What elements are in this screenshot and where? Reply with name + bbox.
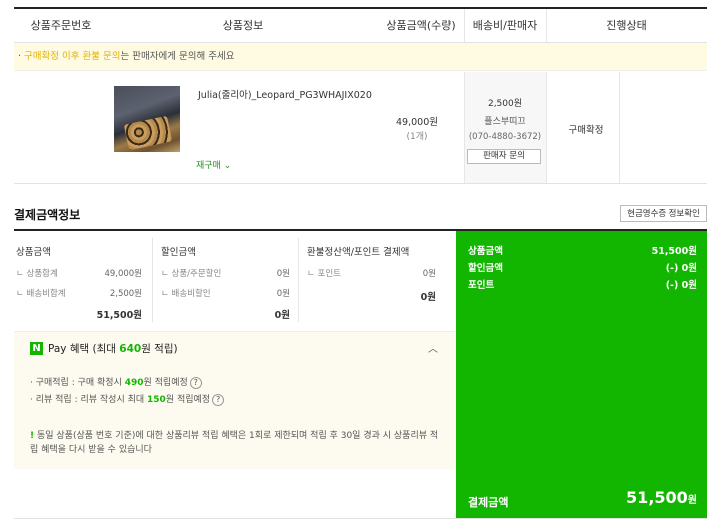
payment-section-title: 결제금액정보 bbox=[14, 208, 81, 222]
shipping-subtotal-value: 2,500원 bbox=[109, 289, 142, 299]
col-amount-qty: 상품금액(수량) bbox=[386, 19, 456, 32]
shipping-seller-cell bbox=[464, 72, 546, 183]
order-status: 구매확정 bbox=[568, 125, 604, 136]
refund-header: 환불정산액/포인트 결제액 bbox=[307, 247, 410, 258]
summary-discount-label: 할인금액 bbox=[468, 263, 503, 274]
product-amount-header: 상품금액 bbox=[16, 247, 51, 258]
chevron-up-icon[interactable]: ︿ bbox=[428, 340, 438, 355]
rebuy-link[interactable]: 재구매 ⌄ bbox=[196, 158, 231, 171]
divider bbox=[464, 72, 465, 183]
notice-text: 는 판매자에게 문의해 주세요 bbox=[120, 51, 235, 62]
summary-discount-value: (-) 0원 bbox=[665, 263, 697, 274]
refund-notice: · 구매확정 이후 환불 문의는 판매자에게 문의해 주세요 bbox=[14, 43, 707, 71]
order-discount-value: 0원 bbox=[276, 269, 290, 279]
npay-benefit-title[interactable]: Pay 혜택 (최대 640원 적립) bbox=[48, 341, 178, 356]
rebuy-label: 재구매 bbox=[196, 161, 221, 171]
refund-total: 0원 bbox=[420, 292, 436, 303]
benefit-review-text: · 리뷰 적립 : 리뷰 작성시 최대 bbox=[30, 395, 147, 405]
summary-product-value: 51,500원 bbox=[651, 246, 697, 257]
seller-inquiry-button[interactable]: 판매자 문의 bbox=[467, 149, 541, 164]
payment-total-label: 결제금액 bbox=[468, 496, 509, 509]
benefit-purchase-points: 490 bbox=[124, 378, 144, 388]
npay-title-post: 원 적립) bbox=[141, 343, 178, 355]
shipping-fee: 2,500원 bbox=[487, 99, 523, 109]
notice-highlight: 구매확정 이후 환불 문의 bbox=[24, 51, 121, 62]
summary-point-label: 포인트 bbox=[468, 280, 495, 291]
divider bbox=[298, 238, 299, 322]
col-shipping-seller: 배송비/판매자 bbox=[472, 19, 538, 32]
npay-max-points: 640 bbox=[119, 343, 142, 355]
col-order-number: 상품주문번호 bbox=[30, 19, 92, 32]
npay-logo-icon: N bbox=[30, 342, 43, 355]
payment-summary-panel bbox=[456, 231, 707, 518]
shipping-discount-label: ㄴ 배송비할인 bbox=[161, 289, 211, 299]
item-price: 49,000원 bbox=[396, 117, 438, 128]
benefit-review-suffix: 원 적립예정 bbox=[165, 395, 211, 405]
payment-total-number: 51,500 bbox=[626, 488, 688, 507]
chevron-down-icon: ⌄ bbox=[223, 161, 232, 171]
npay-title-pre: Pay 혜택 (최대 bbox=[48, 343, 120, 355]
shipping-discount-value: 0원 bbox=[276, 289, 290, 299]
benefit-purchase-text: · 구매적립 : 구매 확정시 bbox=[30, 378, 125, 388]
product-thumbnail[interactable] bbox=[114, 86, 180, 152]
product-subtotal-value: 49,000원 bbox=[104, 269, 142, 279]
summary-point-value: (-) 0원 bbox=[665, 280, 697, 291]
divider bbox=[14, 518, 707, 519]
help-icon[interactable]: ? bbox=[212, 393, 225, 406]
product-subtotal-label: ㄴ 상품합계 bbox=[16, 269, 58, 279]
warning-text: 동일 상품(상품 번호 기준)에 대한 상품리뷰 적립 혜택은 1회로 제한되며… bbox=[30, 431, 439, 455]
summary-product-label: 상품금액 bbox=[468, 246, 503, 257]
order-discount-label: ㄴ 상품/주문할인 bbox=[161, 269, 222, 279]
item-quantity: (1개) bbox=[406, 132, 428, 142]
product-name[interactable]: Julia(줄리아)_Leopard_PG3WHAJIX020 bbox=[198, 88, 378, 103]
benefit-review: · 리뷰 적립 : 리뷰 작성시 최대 150원 적립예정? bbox=[30, 392, 225, 406]
review-benefit-warning: ! 동일 상품(상품 번호 기준)에 대한 상품리뷰 적립 혜택은 1회로 제한… bbox=[30, 429, 440, 457]
product-amount-total: 51,500원 bbox=[96, 310, 142, 321]
benefit-purchase: · 구매적립 : 구매 확정시 490원 적립예정? bbox=[30, 375, 202, 389]
point-value: 0원 bbox=[422, 269, 436, 279]
cash-receipt-button[interactable]: 현금영수증 정보확인 bbox=[620, 205, 707, 222]
seller-phone: (070-4880-3672) bbox=[468, 132, 542, 142]
payment-total-value: 51,500원 bbox=[580, 488, 697, 507]
col-progress: 진행상태 bbox=[606, 19, 647, 32]
order-item-row: Julia(줄리아)_Leopard_PG3WHAJIX020 재구매 ⌄ 49… bbox=[14, 72, 707, 184]
seller-name[interactable]: 플스부띠끄 bbox=[464, 114, 546, 127]
shipping-subtotal-label: ㄴ 배송비합계 bbox=[16, 289, 66, 299]
divider bbox=[152, 238, 153, 322]
discount-header: 할인금액 bbox=[161, 247, 196, 258]
discount-total: 0원 bbox=[274, 310, 290, 321]
benefit-purchase-suffix: 원 적립예정 bbox=[143, 378, 188, 388]
col-product-info: 상품정보 bbox=[222, 19, 264, 32]
point-label: ㄴ 포인트 bbox=[307, 269, 341, 279]
order-table-header: 상품주문번호 상품정보 상품금액(수량) 배송비/판매자 진행상태 bbox=[14, 7, 707, 43]
help-icon[interactable]: ? bbox=[189, 376, 202, 389]
payment-total-unit: 원 bbox=[687, 495, 697, 506]
benefit-review-points: 150 bbox=[147, 395, 166, 405]
